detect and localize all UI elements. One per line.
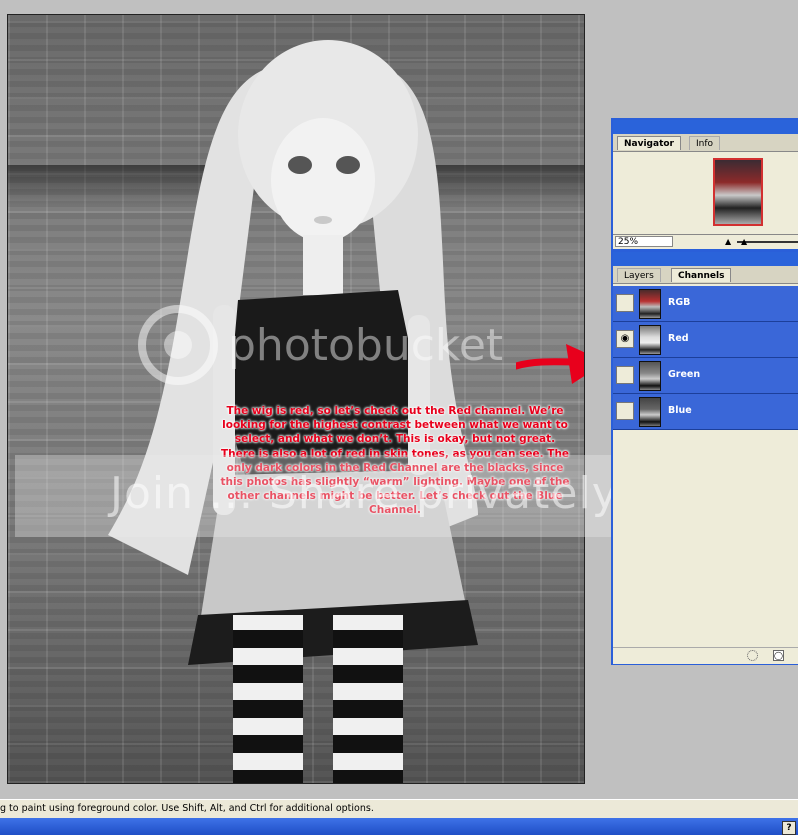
tab-navigator[interactable]: Navigator — [617, 136, 681, 150]
doll-photo — [108, 40, 478, 783]
channel-label: Red — [668, 333, 689, 344]
channels-palette: Layers Channels RGB ◉ Red Green Blue ◯ — [611, 250, 798, 665]
channels-tabs: Layers Channels — [613, 266, 798, 284]
channel-row-red[interactable]: ◉ Red — [613, 322, 798, 358]
zoom-slider-handle-icon[interactable]: ▲ — [741, 237, 747, 246]
channel-list: RGB ◉ Red Green Blue — [613, 286, 798, 430]
visibility-toggle[interactable] — [616, 402, 634, 420]
navigator-titlebar[interactable] — [613, 120, 798, 134]
navigator-thumbnail[interactable] — [713, 158, 763, 226]
tab-layers[interactable]: Layers — [617, 268, 661, 282]
photobucket-watermark-logo: photobucket — [138, 305, 503, 385]
status-text: g to paint using foreground color. Use S… — [0, 803, 374, 814]
channel-thumbnail — [639, 325, 661, 355]
visibility-toggle[interactable] — [616, 366, 634, 384]
watermark-logo-text: photobucket — [228, 320, 503, 371]
load-selection-icon[interactable] — [747, 650, 758, 661]
save-selection-icon[interactable]: ◯ — [773, 650, 784, 661]
help-button[interactable]: ? — [782, 821, 796, 835]
channel-row-rgb[interactable]: RGB — [613, 286, 798, 322]
taskbar: ? — [0, 818, 798, 835]
navigator-tabs: Navigator Info — [613, 134, 798, 152]
navigator-zoom-bar: 25% ▲ ▲ — [613, 234, 798, 249]
channel-label: Blue — [668, 405, 692, 416]
channel-label: Green — [668, 369, 701, 380]
tab-info[interactable]: Info — [689, 136, 721, 150]
channel-row-green[interactable]: Green — [613, 358, 798, 394]
channels-titlebar[interactable] — [613, 252, 798, 266]
zoom-input[interactable]: 25% — [615, 236, 673, 247]
channels-empty-area — [613, 434, 798, 647]
navigator-palette: Navigator Info 25% ▲ ▲ — [611, 118, 798, 250]
channel-row-blue[interactable]: Blue — [613, 394, 798, 430]
channel-thumbnail — [639, 289, 661, 319]
channels-footer: ◯ — [613, 647, 798, 664]
eye-icon[interactable]: ◉ — [616, 330, 634, 348]
status-bar: g to paint using foreground color. Use S… — [0, 799, 798, 818]
tab-channels[interactable]: Channels — [671, 268, 732, 282]
channel-thumbnail — [639, 397, 661, 427]
channel-label: RGB — [668, 297, 691, 308]
visibility-toggle[interactable] — [616, 294, 634, 312]
zoom-out-icon[interactable]: ▲ — [725, 237, 731, 246]
red-arrow — [516, 344, 584, 384]
document-canvas[interactable]: photobucket The wig is red, so let’s che… — [7, 14, 585, 784]
channel-thumbnail — [639, 361, 661, 391]
